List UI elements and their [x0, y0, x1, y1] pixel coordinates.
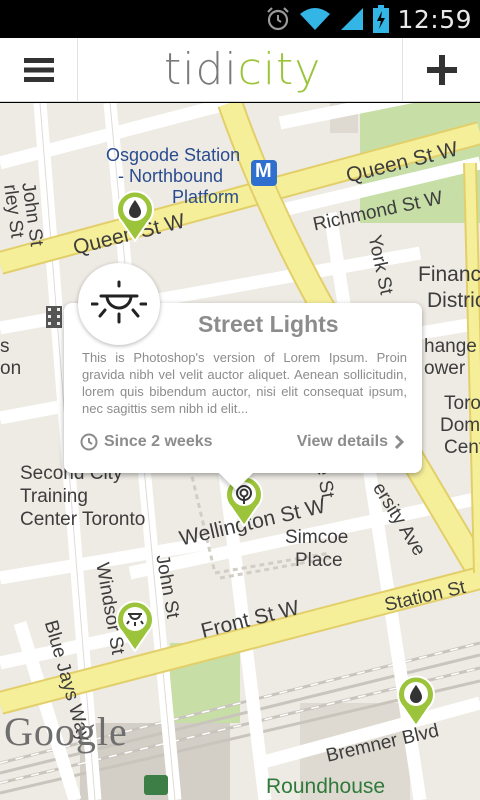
- app-bar: tidicity: [0, 38, 480, 102]
- label-osgoode-station: Osgoode Station: [106, 145, 241, 165]
- battery-charging-icon: [373, 5, 390, 33]
- popup-since-text: Since 2 weeks: [104, 433, 213, 450]
- cell-signal-icon: [341, 8, 364, 30]
- status-bar: 12:59: [0, 0, 480, 38]
- popup-description: This is Photoshop's version of Lorem Ips…: [82, 350, 407, 416]
- logo-text-tidi: tidi: [164, 44, 238, 95]
- menu-button[interactable]: [0, 38, 78, 102]
- label-osgoode-platform: Platform: [172, 187, 240, 207]
- label-toronto-dominion-3: Cent: [444, 437, 480, 458]
- view-details-link[interactable]: View details: [297, 433, 404, 451]
- label-simcoe-1: Simcoe: [285, 527, 349, 548]
- label-second-city-2: Training: [20, 486, 88, 507]
- issue-popup-card[interactable]: Street Lights This is Photoshop's versio…: [64, 263, 422, 490]
- water-pin-bremner[interactable]: [395, 673, 437, 727]
- label-simcoe-2: Place: [295, 550, 343, 571]
- label-left-s: s: [0, 336, 10, 357]
- label-financial-1: Financ: [418, 263, 480, 286]
- status-icons: 12:59: [265, 4, 472, 34]
- label-second-city-3: Center Toronto: [20, 509, 146, 530]
- hamburger-menu-icon: [23, 58, 54, 82]
- metro-sign-letter: M: [255, 160, 272, 182]
- add-report-button[interactable]: [402, 38, 480, 102]
- street-light-icon: [91, 280, 147, 324]
- popup-category-badge: [78, 263, 160, 345]
- logo-text-city: city: [237, 44, 322, 95]
- label-tower: ower: [424, 358, 466, 379]
- film-icon: [46, 306, 62, 328]
- chevron-right-icon: [394, 434, 404, 450]
- label-left-on: on: [0, 358, 22, 379]
- tidicity-logo: tidicity: [164, 42, 321, 98]
- plus-icon: [426, 55, 457, 85]
- clock-icon: [80, 433, 98, 451]
- label-osgoode-northbound: - Northbound: [118, 166, 224, 186]
- google-logo: Google: [4, 709, 128, 754]
- label-exchange: hange: [424, 336, 477, 357]
- alarm-icon: [267, 7, 290, 31]
- label-roundhouse: Roundhouse: [266, 775, 386, 798]
- label-toronto-dominion-2: Domin: [440, 415, 480, 436]
- view-details-text: View details: [296, 433, 388, 450]
- popup-since: Since 2 weeks: [80, 433, 213, 451]
- water-pin-queen[interactable]: [114, 188, 156, 242]
- clock-time: 12:59: [397, 4, 472, 34]
- popup-title: Street Lights: [198, 311, 339, 337]
- label-financial-2: Distric: [427, 289, 480, 312]
- light-pin-windsor[interactable]: [114, 598, 156, 652]
- label-toronto-dominion-1: Toro: [444, 393, 480, 414]
- wifi-icon: [300, 8, 331, 30]
